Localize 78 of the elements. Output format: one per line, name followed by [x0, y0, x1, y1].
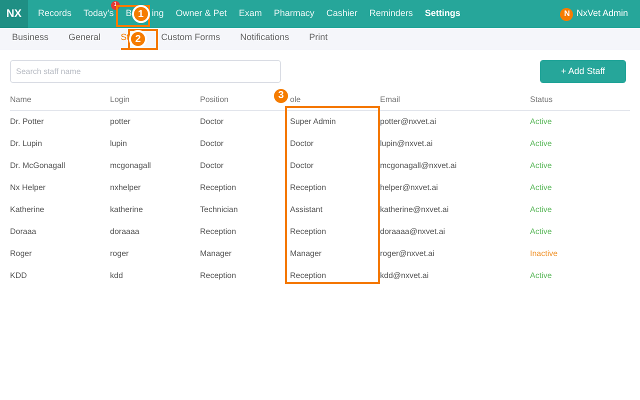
add-staff-button[interactable]: + Add Staff: [540, 60, 626, 83]
status-text: Active: [530, 117, 552, 126]
table-cell: Dr. Potter: [10, 117, 44, 126]
table-cell: Manager: [290, 249, 322, 258]
status-text: Active: [530, 161, 552, 170]
table-cell: roger@nxvet.ai: [380, 249, 434, 258]
user-avatar[interactable]: N: [560, 8, 574, 20]
table-cell: roger: [110, 249, 129, 258]
app-logo[interactable]: NX: [0, 0, 28, 28]
status-text: Inactive: [530, 249, 558, 258]
column-header: Name: [10, 94, 32, 106]
section-tab[interactable]: Business: [12, 28, 49, 50]
column-header: Email: [380, 94, 400, 106]
table-cell: Doctor: [290, 161, 314, 170]
table-cell: doraaaa: [110, 227, 140, 236]
table-cell: Technician: [200, 205, 238, 214]
nav-tab[interactable]: Settings: [424, 7, 460, 21]
user-name[interactable]: NxVet Admin: [576, 7, 628, 21]
table-cell: doraaaa@nxvet.ai: [380, 227, 446, 236]
nav-tab[interactable]: Cashier: [326, 7, 358, 21]
nav-tab[interactable]: Owner & Pet: [176, 7, 227, 21]
table-cell: katherine@nxvet.ai: [380, 205, 449, 214]
highlight-frame: [116, 5, 150, 27]
table-cell: kdd@nxvet.ai: [380, 271, 429, 280]
nav-tab[interactable]: Pharmacy: [274, 7, 314, 21]
section-tab[interactable]: Print: [309, 28, 328, 50]
table-cell: Doraaa: [10, 227, 36, 236]
status-text: Active: [530, 139, 552, 148]
table-cell: Doctor: [200, 139, 224, 148]
table-cell: Reception: [200, 183, 236, 192]
status-text: Active: [530, 183, 552, 192]
table-cell: Reception: [200, 227, 236, 236]
table-cell: lupin: [110, 139, 127, 148]
search-field[interactable]: Search staff name: [10, 60, 281, 83]
section-tab[interactable]: General: [68, 28, 101, 50]
highlight-frame: [128, 29, 158, 50]
table-cell: Doctor: [200, 161, 224, 170]
table-cell: Katherine: [10, 205, 44, 214]
column-header: ole: [290, 94, 301, 106]
table-cell: Manager: [200, 249, 232, 258]
table-cell: Reception: [290, 183, 326, 192]
nav-tab-fragment[interactable]: ing: [152, 7, 164, 21]
column-header: Position: [200, 94, 228, 106]
nav-tab[interactable]: Reminders: [369, 7, 413, 21]
table-cell: Nx Helper: [10, 183, 46, 192]
step-marker: 1: [132, 5, 150, 23]
table-cell: Roger: [10, 249, 32, 258]
table-cell: KDD: [10, 271, 27, 280]
table-cell: Assistant: [290, 205, 322, 214]
status-text: Active: [530, 227, 552, 236]
step-marker: 3: [272, 86, 290, 104]
nav-tab[interactable]: B: [126, 7, 132, 21]
table-cell: Dr. Lupin: [10, 139, 42, 148]
table-cell: potter@nxvet.ai: [380, 117, 436, 126]
table-cell: nxhelper: [110, 183, 141, 192]
table-cell: helper@nxvet.ai: [380, 183, 438, 192]
column-header: Status: [530, 94, 553, 106]
table-cell: Dr. McGonagall: [10, 161, 66, 170]
column-header: Login: [110, 94, 130, 106]
nav-tab[interactable]: Exam: [238, 7, 262, 21]
nav-tab[interactable]: Records: [38, 7, 72, 21]
table-cell: Reception: [290, 271, 326, 280]
section-tab[interactable]: Custom Forms: [161, 28, 220, 50]
step-marker: 2: [129, 30, 148, 48]
status-text: Active: [530, 205, 552, 214]
table-cell: kdd: [110, 271, 123, 280]
table-cell: mcgonagall@nxvet.ai: [380, 161, 457, 170]
table-cell: potter: [110, 117, 130, 126]
table-cell: mcgonagall: [110, 161, 151, 170]
table-cell: lupin@nxvet.ai: [380, 139, 433, 148]
table-cell: Super Admin: [290, 117, 336, 126]
table-cell: Doctor: [200, 117, 224, 126]
section-tab[interactable]: Notifications: [240, 28, 290, 50]
table-cell: Reception: [200, 271, 236, 280]
table-cell: Reception: [290, 227, 326, 236]
table-cell: Doctor: [290, 139, 314, 148]
table-cell: katherine: [110, 205, 143, 214]
status-text: Active: [530, 271, 552, 280]
